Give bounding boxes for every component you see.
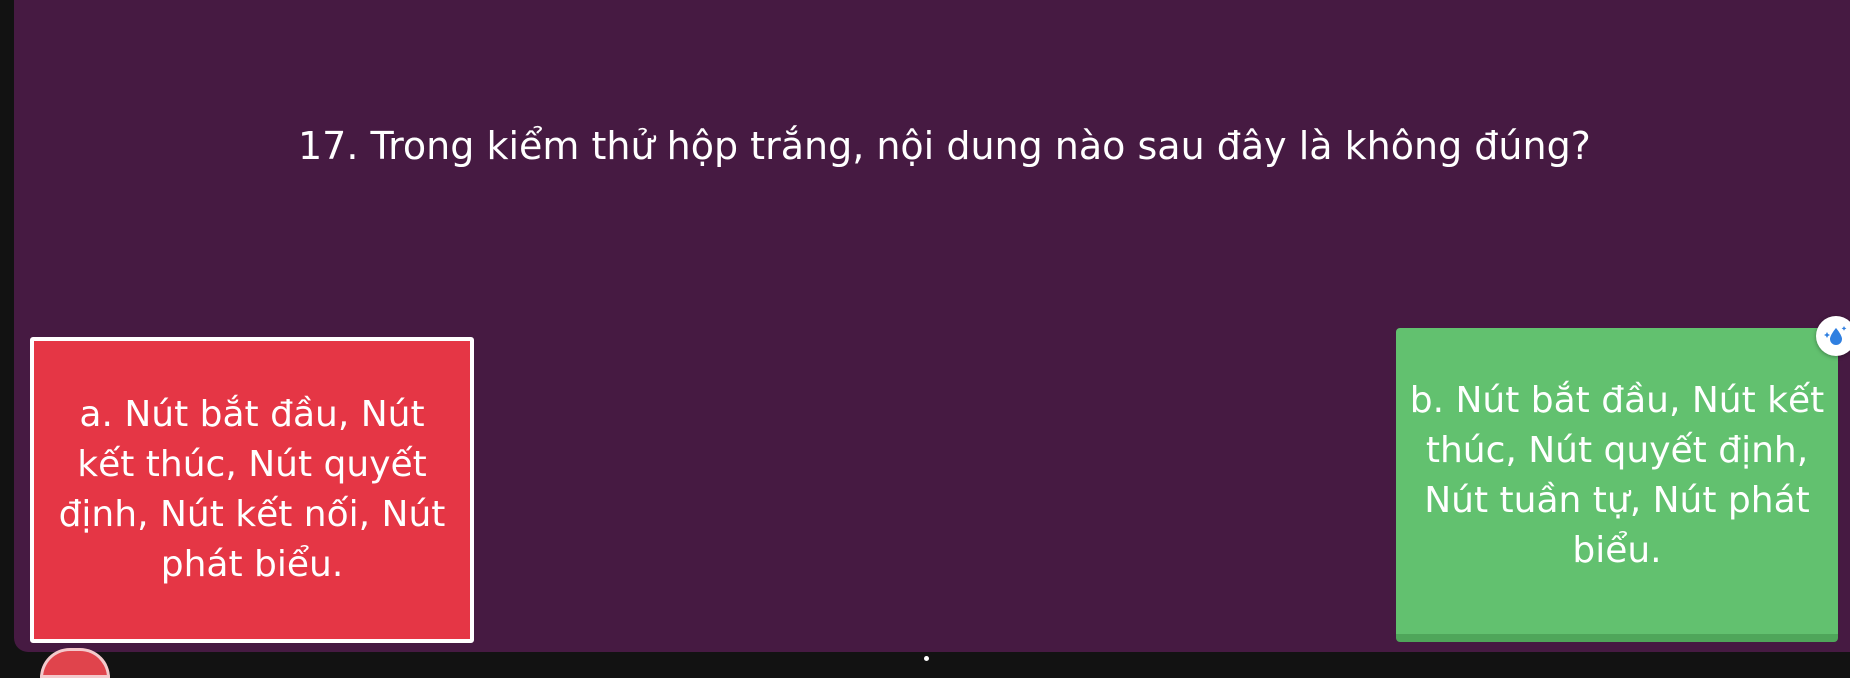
answer-option-b[interactable]: b. Nút bắt đầu, Nút kết thúc, Nút quyết … [1396,328,1838,642]
sparkle-droplet-icon[interactable] [1816,316,1850,356]
answer-option-b-label: b. Nút bắt đầu, Nút kết thúc, Nút quyết … [1409,380,1825,571]
answer-option-a-label: a. Nút bắt đầu, Nút kết thúc, Nút quyết … [58,394,446,585]
question-text: 17. Trong kiểm thử hộp trắng, nội dung n… [298,124,1591,168]
indicator-dot [924,656,929,661]
answer-option-a[interactable]: a. Nút bắt đầu, Nút kết thúc, Nút quyết … [30,337,474,643]
avatar [40,648,110,678]
droplet-glyph-icon [1824,326,1847,345]
